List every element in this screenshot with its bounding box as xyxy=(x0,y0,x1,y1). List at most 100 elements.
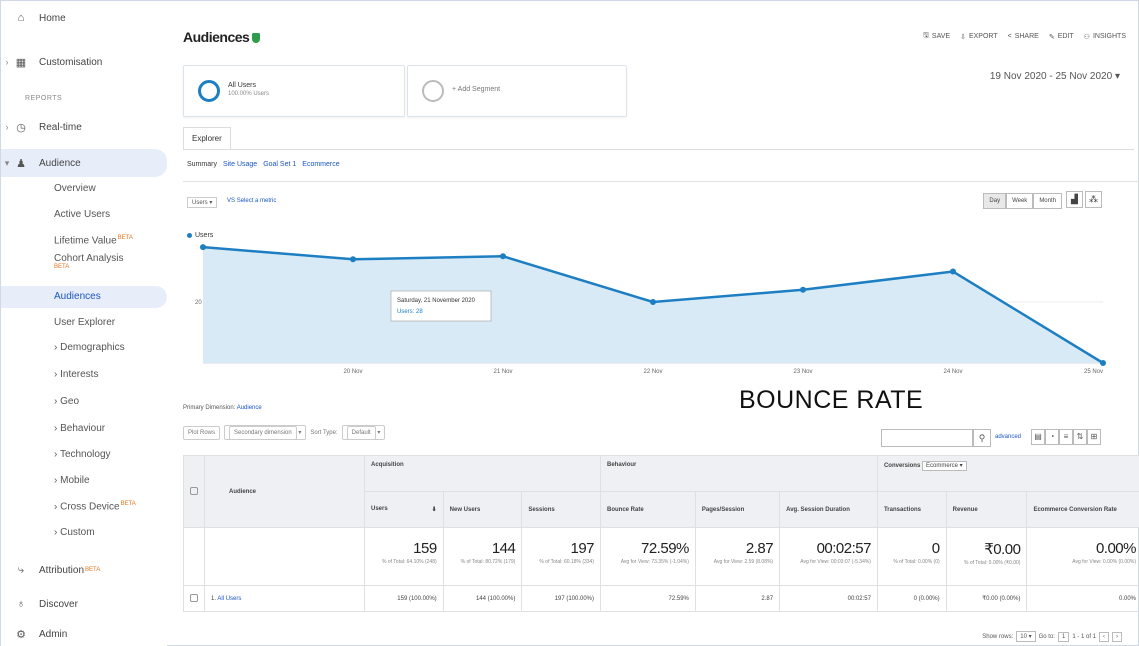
chart-x-tick-label: 25 Nov xyxy=(1084,369,1103,375)
tooltip-value: Users: 28 xyxy=(397,309,423,315)
main-content: Audiences 🖫 SAVE ⇩ EXPORT < SHARE ✎ EDIT ⚇ IN… xyxy=(173,1,1139,646)
nav-lifetime-value-label: Lifetime Value xyxy=(54,235,117,247)
nav-custom[interactable]: › Custom xyxy=(54,527,95,538)
search-icon[interactable]: ⚲ xyxy=(973,429,991,447)
row-avg-session: 00:02:57 xyxy=(779,585,878,612)
col-sessions[interactable]: Sessions xyxy=(521,491,602,528)
rows-per-page-select[interactable]: 10 ▾ xyxy=(1016,631,1036,642)
nav-admin[interactable]: ⚙ Admin xyxy=(1,623,167,645)
col-pages-session[interactable]: Pages/Session xyxy=(694,491,781,528)
beta-badge: BETA xyxy=(117,235,133,241)
table-row: 1. All Users 159 (100.00%) 144 (100.00%)… xyxy=(183,585,1139,612)
prev-page-icon[interactable]: ‹ xyxy=(1099,631,1109,642)
nav-demographics-label: Demographics xyxy=(60,342,125,353)
conversions-select[interactable]: Ecommerce ▾ xyxy=(921,461,967,471)
col-users[interactable]: Users ⬇ xyxy=(364,491,444,528)
row-sessions: 197 (100.00%) xyxy=(521,585,602,612)
total-users-sub: % of Total: 64.10% (248) xyxy=(382,559,437,565)
chart-point[interactable] xyxy=(200,244,206,251)
next-page-icon[interactable]: › xyxy=(1112,631,1122,642)
plot-rows-button[interactable]: Plot Rows xyxy=(183,425,221,440)
nav-discover-label: Discover xyxy=(39,598,78,610)
nav-discover[interactable]: ♁ Discover xyxy=(1,593,167,615)
nav-technology-label: Technology xyxy=(59,449,111,460)
col-revenue[interactable]: Revenue xyxy=(945,491,1028,528)
total-users-value: 159 xyxy=(413,540,437,557)
chart-point[interactable] xyxy=(650,299,656,305)
nav-customisation[interactable]: › ▦ Customisation xyxy=(1,51,167,73)
audience-table: Audience Acquisition Behaviour Conversio… xyxy=(183,455,1139,612)
table-pager: Show rows: 10 ▾ Go to: 1 1 - 1 of 1 ‹ › xyxy=(982,631,1122,642)
chart-point[interactable] xyxy=(500,253,506,260)
secondary-dimension-select[interactable]: Secondary dimension ▾ xyxy=(224,425,307,440)
nav-realtime[interactable]: › ◷ Real-time xyxy=(1,116,167,138)
total-new-users: 144 % of Total: 80.72% (179) xyxy=(442,527,523,586)
nav-active-users[interactable]: Active Users xyxy=(54,209,110,220)
nav-cohort-analysis[interactable]: Cohort Analysis BETA xyxy=(54,253,123,275)
comparison-view-icon[interactable]: ⇅ xyxy=(1073,429,1087,445)
header-checkbox-cell xyxy=(183,455,205,528)
sort-type-select[interactable]: Default ▾ xyxy=(341,425,386,440)
analytics-app: ⌂ Home › ▦ Customisation REPORTS › ◷ Real-… xyxy=(0,0,1139,646)
header-checkbox[interactable] xyxy=(190,486,198,495)
total-bounce-rate: 72.59% Avg for View: 73.35% (-1.04%) xyxy=(600,527,696,586)
col-ecommerce-conversion-rate[interactable]: Ecommerce Conversion Rate xyxy=(1026,491,1139,528)
person-icon: ♟ xyxy=(16,157,26,170)
col-avg-session-duration[interactable]: Avg. Session Duration xyxy=(779,491,878,528)
nav-audience[interactable]: ▾ ♟ Audience xyxy=(1,149,167,177)
chart-point[interactable] xyxy=(800,286,806,293)
totals-label-cell xyxy=(204,527,365,586)
pivot-view-icon[interactable]: ⊞ xyxy=(1087,429,1101,445)
row-checkbox[interactable] xyxy=(190,593,198,602)
nav-interests-label: Interests xyxy=(60,369,99,380)
nav-attribution[interactable]: ⤷ Attribution BETA xyxy=(1,559,167,581)
nav-lifetime-value[interactable]: Lifetime ValueBETA xyxy=(54,235,133,246)
total-revenue: ₹0.00 % of Total: 0.00% (₹0.00) xyxy=(945,527,1028,586)
data-view-icon[interactable]: ▤ xyxy=(1031,429,1045,445)
primary-dimension: Primary Dimension: Audience xyxy=(183,405,262,411)
totals-row: 159 % of Total: 64.10% (248) 144 % of Tota… xyxy=(183,527,1139,586)
nav-cross-device[interactable]: › Cross DeviceBETA xyxy=(54,501,136,512)
chart-point[interactable] xyxy=(1100,360,1106,366)
table-search-input[interactable] xyxy=(881,429,973,447)
group-acquisition: Acquisition xyxy=(363,455,602,492)
col-audience[interactable]: Audience xyxy=(204,455,365,528)
col-bounce-rate[interactable]: Bounce Rate xyxy=(600,491,696,528)
total-pages-session-value: 2.87 xyxy=(745,540,774,557)
row-checkbox-cell xyxy=(183,585,205,612)
primary-dimension-value[interactable]: Audience xyxy=(237,405,262,411)
chart-point[interactable] xyxy=(950,268,956,275)
nav-behaviour[interactable]: › Behaviour xyxy=(54,423,105,434)
nav-interests[interactable]: › Interests xyxy=(54,369,98,380)
nav-geo-label: Geo xyxy=(60,396,80,407)
table-view-toggle: ▤ ◔ ≡ ⇅ ⊞ xyxy=(1031,429,1101,445)
collapse-icon: ▾ xyxy=(4,157,10,168)
lightbulb-icon: ♁ xyxy=(16,598,26,610)
col-new-users[interactable]: New Users xyxy=(442,491,523,528)
performance-view-icon[interactable]: ≡ xyxy=(1059,429,1073,445)
goto-label: Go to: xyxy=(1038,633,1055,640)
nav-technology[interactable]: › Technology xyxy=(54,449,111,460)
sort-type-value: Default xyxy=(346,426,376,440)
nav-overview[interactable]: Overview xyxy=(54,183,96,194)
tooltip-title: Saturday, 21 November 2020 xyxy=(397,298,476,304)
percentage-view-icon[interactable]: ◔ xyxy=(1045,429,1059,445)
chart-x-tick-label: 24 Nov xyxy=(943,369,962,375)
nav-audiences[interactable]: Audiences xyxy=(1,286,167,308)
goto-page-input[interactable]: 1 xyxy=(1057,631,1070,642)
total-transactions-sub: % of Total: 0.00% (0) xyxy=(893,559,940,565)
advanced-filter-link[interactable]: advanced xyxy=(995,434,1021,440)
chart-point[interactable] xyxy=(350,256,356,263)
nav-user-explorer[interactable]: User Explorer xyxy=(54,317,115,328)
beta-badge: BETA xyxy=(120,501,136,507)
nav-home[interactable]: ⌂ Home xyxy=(1,7,167,29)
nav-mobile[interactable]: › Mobile xyxy=(54,475,90,486)
col-transactions[interactable]: Transactions xyxy=(876,491,947,528)
clock-icon: ◷ xyxy=(16,121,26,134)
nav-realtime-label: Real-time xyxy=(39,121,82,133)
nav-attribution-label: Attribution xyxy=(39,564,85,576)
nav-demographics[interactable]: › Demographics xyxy=(54,342,125,353)
nav-geo[interactable]: › Geo xyxy=(54,396,79,407)
total-bounce-rate-sub: Avg for View: 73.35% (-1.04%) xyxy=(620,559,689,565)
row-audience-link[interactable]: All Users xyxy=(217,596,241,602)
